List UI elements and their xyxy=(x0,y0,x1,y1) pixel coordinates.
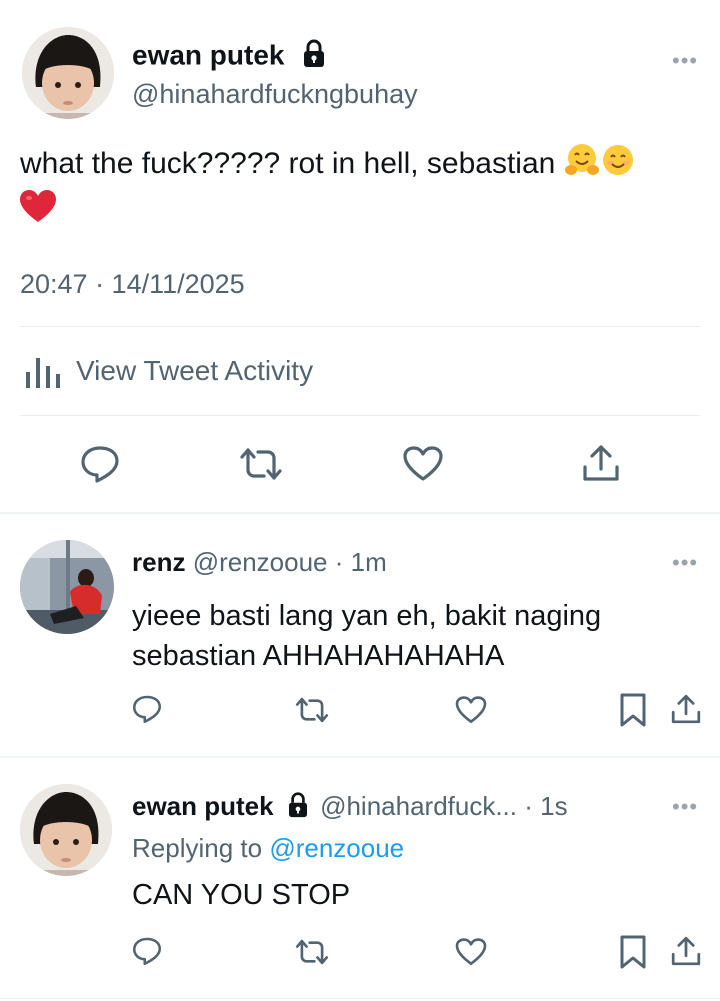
retweet-icon[interactable] xyxy=(294,696,330,724)
reply-text-line: sebastian AHHAHAHAHAHA xyxy=(132,640,505,672)
reply-icon[interactable] xyxy=(132,694,162,724)
main-tweet-avatar[interactable] xyxy=(22,27,114,119)
more-icon[interactable]: ••• xyxy=(672,796,698,818)
stats-icon[interactable] xyxy=(24,354,64,390)
reply-time[interactable]: · 1s xyxy=(524,791,567,821)
reply-display-name[interactable]: renz xyxy=(132,547,185,577)
reply-text: CAN YOU STOP xyxy=(132,879,351,911)
share-icon[interactable] xyxy=(581,443,621,483)
divider xyxy=(0,512,720,514)
divider xyxy=(20,415,700,416)
main-timestamp[interactable]: 20:47 · 14/11/2025 xyxy=(20,268,245,300)
reply-handle[interactable]: @hinahardfuck... xyxy=(320,791,517,821)
view-tweet-activity-link[interactable]: View Tweet Activity xyxy=(76,355,313,387)
bookmark-icon[interactable] xyxy=(619,935,647,969)
like-icon[interactable] xyxy=(455,696,487,724)
replying-to-label: Replying to xyxy=(132,833,263,863)
retweet-icon[interactable] xyxy=(294,938,330,966)
like-icon[interactable] xyxy=(403,446,443,482)
reply-icon[interactable] xyxy=(80,445,120,483)
reply-display-name[interactable]: ewan putek xyxy=(132,791,274,821)
lock-icon xyxy=(302,38,326,76)
divider xyxy=(0,998,720,999)
reply-icon[interactable] xyxy=(132,936,162,966)
smile-emoji xyxy=(600,142,636,188)
reply-time[interactable]: · 1m xyxy=(335,547,387,577)
divider xyxy=(0,756,720,758)
share-icon[interactable] xyxy=(670,934,702,968)
lock-icon xyxy=(287,791,309,825)
more-icon[interactable]: ••• xyxy=(672,552,698,574)
reply-avatar[interactable] xyxy=(20,784,112,876)
share-icon[interactable] xyxy=(670,692,702,726)
main-handle[interactable]: @hinahardfuckngbuhay xyxy=(132,78,418,110)
more-icon[interactable]: ••• xyxy=(672,50,698,72)
retweet-icon[interactable] xyxy=(238,446,284,482)
bookmark-icon[interactable] xyxy=(619,693,647,727)
hug-emoji xyxy=(564,142,600,188)
like-icon[interactable] xyxy=(455,938,487,966)
reply-text-line: yieee basti lang yan eh, bakit naging xyxy=(132,600,602,632)
divider xyxy=(20,326,700,327)
main-tweet-text: what the fuck????? rot in hell, sebastia… xyxy=(20,146,556,180)
main-display-name[interactable]: ewan putek xyxy=(132,39,284,70)
heart-emoji xyxy=(20,190,56,234)
reply-handle[interactable]: @renzooue xyxy=(193,547,328,577)
replying-to-link[interactable]: @renzooue xyxy=(269,833,404,863)
reply-avatar[interactable] xyxy=(20,540,114,634)
